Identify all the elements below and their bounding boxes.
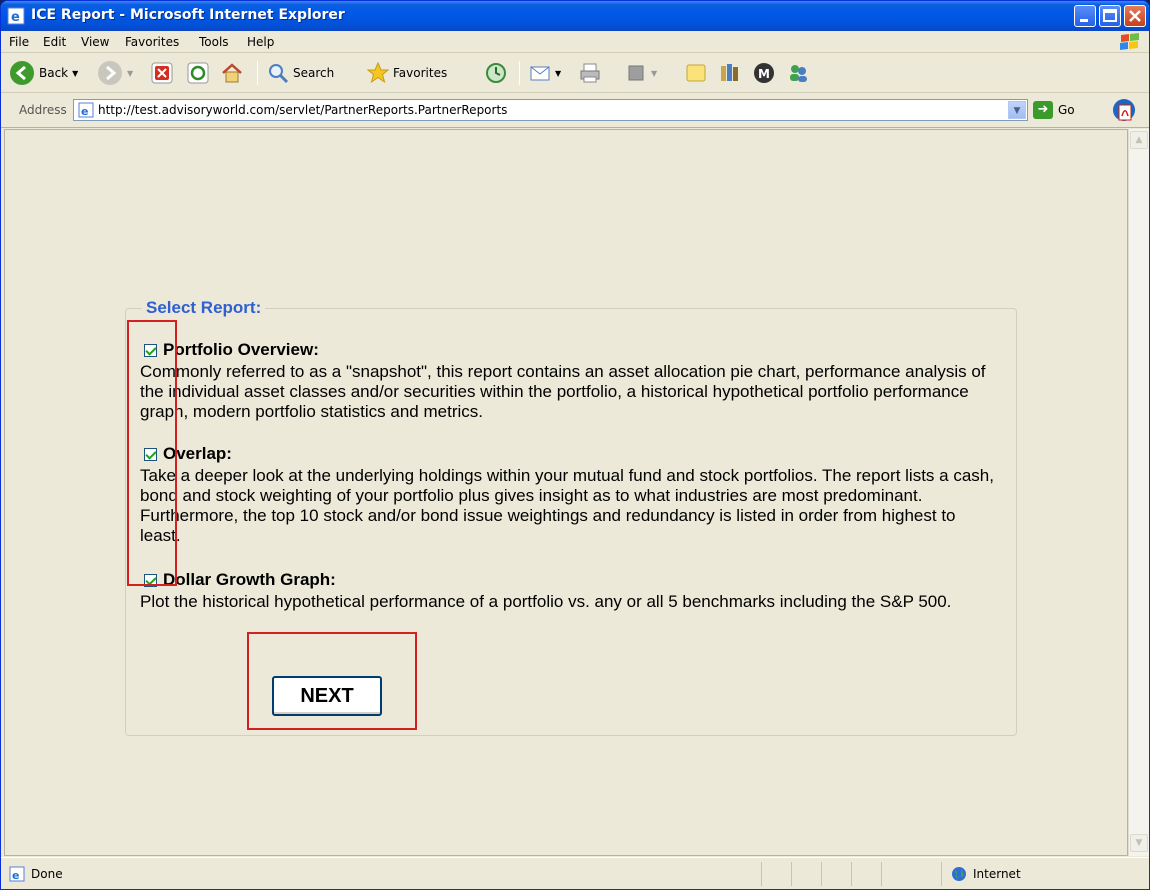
address-bar: Address e http://test.advisoryworld.com/… [1,93,1149,128]
next-button-highlight-box [247,632,417,730]
home-icon [222,63,242,83]
notes-icon [686,64,706,82]
close-icon [1129,10,1141,22]
mail-dropdown-icon[interactable]: ▼ [555,69,561,78]
svg-text:M: M [758,67,770,81]
status-bar: e Done Internet [1,857,1149,889]
menu-help[interactable]: Help [247,35,274,49]
standard-toolbar: Back ▼ ▼ Search Favorites ▼ ▼ M [1,53,1149,93]
overlap-description: Take a deeper look at the underlying hol… [140,466,994,545]
stop-icon [151,62,173,84]
dollar-growth-graph-description: Plot the historical hypothetical perform… [140,592,952,611]
toolbar-separator [519,61,520,85]
address-input[interactable]: e http://test.advisoryworld.com/servlet/… [73,99,1028,121]
back-button[interactable]: Back ▼ [9,59,78,87]
status-divider [851,862,852,886]
edit-icon [628,65,644,81]
m-logo-icon: M [754,63,774,83]
toolbar-separator [257,61,258,85]
go-button[interactable]: ➜ Go [1033,101,1075,119]
search-button[interactable]: Search [267,59,334,87]
back-label: Back [39,66,69,80]
messenger-button[interactable] [787,59,809,87]
dollar-growth-graph-title: Dollar Growth Graph: [163,570,336,589]
back-arrow-icon [10,61,34,85]
stop-button[interactable] [151,59,173,87]
refresh-icon [187,62,209,84]
checkbox-highlight-box [127,320,177,586]
search-icon [269,64,289,84]
go-label: Go [1058,103,1075,117]
status-divider [881,862,882,886]
svg-text:e: e [81,105,88,118]
address-dropdown-icon[interactable]: ▼ [1008,101,1026,119]
zone-label: Internet [973,867,1021,881]
address-label: Address [19,103,67,117]
window-title: ICE Report - Microsoft Internet Explorer [31,7,345,23]
favorites-button[interactable]: Favorites [367,59,447,87]
page-content: Select Report: Portfolio Overview: Commo… [4,129,1128,856]
research-button[interactable] [719,59,741,87]
favorites-label: Favorites [393,66,448,80]
mail-button[interactable]: ▼ [529,59,561,87]
address-url: http://test.advisoryworld.com/servlet/Pa… [98,103,508,117]
refresh-button[interactable] [187,59,209,87]
ie-app-icon: e [7,7,25,25]
history-button[interactable] [485,59,507,87]
browser-window: e ICE Report - Microsoft Internet Explor… [0,0,1150,890]
minimize-icon [1080,19,1088,22]
forward-button[interactable]: ▼ [97,59,133,87]
edit-button[interactable]: ▼ [625,59,657,87]
vertical-scrollbar[interactable]: ▲ ▼ [1128,129,1149,856]
back-dropdown-icon[interactable]: ▼ [72,69,78,78]
svg-text:e: e [12,869,19,882]
windows-logo-icon [1120,33,1139,50]
svg-text:e: e [11,10,20,25]
history-icon [486,63,506,83]
status-divider [941,862,942,886]
status-divider [791,862,792,886]
messenger-icon [790,65,807,82]
print-button[interactable] [579,59,601,87]
select-report-legend: Select Report: [146,298,262,317]
globe-icon [952,867,966,881]
menu-tools[interactable]: Tools [199,35,229,49]
portfolio-overview-description: Commonly referred to as a "snapshot", th… [140,362,986,421]
maximize-icon [1103,9,1117,22]
research-icon [721,64,738,81]
scroll-down-icon[interactable]: ▼ [1130,834,1148,852]
menu-view[interactable]: View [81,35,109,49]
menu-bar: File Edit View Favorites Tools Help [1,31,1149,53]
maximize-button[interactable] [1099,5,1121,27]
status-done: e Done [9,866,63,882]
home-button[interactable] [221,59,243,87]
scroll-up-icon[interactable]: ▲ [1130,131,1148,149]
print-icon [580,63,600,83]
menu-file[interactable]: File [9,35,29,49]
mail-icon [530,66,550,81]
edit-dropdown-icon[interactable]: ▼ [651,69,657,78]
ie-page-icon: e [78,102,94,118]
status-text: Done [31,867,63,881]
menu-favorites[interactable]: Favorites [125,35,179,49]
notes-button[interactable] [685,59,707,87]
forward-dropdown-icon[interactable]: ▼ [127,69,133,78]
menu-edit[interactable]: Edit [43,35,66,49]
messenger-m-button[interactable]: M [753,59,775,87]
close-button[interactable] [1124,5,1146,27]
status-divider [761,862,762,886]
minimize-button[interactable] [1074,5,1096,27]
portfolio-overview-title: Portfolio Overview: [163,340,319,359]
forward-arrow-icon [98,61,122,85]
search-label: Search [293,66,335,80]
favorites-star-icon [367,62,389,84]
status-divider [821,862,822,886]
ie-page-icon: e [9,866,25,882]
title-bar[interactable]: e ICE Report - Microsoft Internet Explor… [1,1,1149,31]
pdf-icon[interactable] [1111,97,1137,123]
security-zone[interactable]: Internet [951,866,1021,882]
go-arrow-icon: ➜ [1033,101,1053,119]
